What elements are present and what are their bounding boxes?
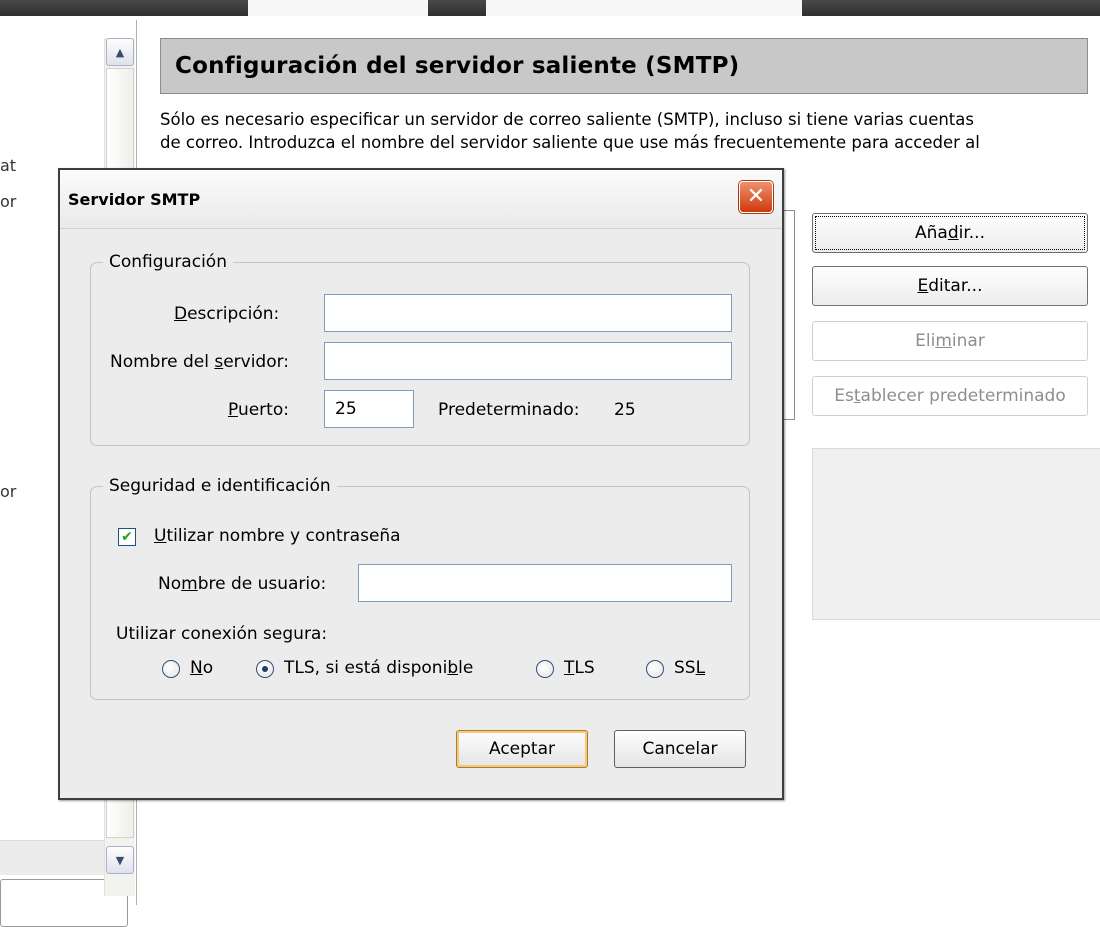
description-line: de correo. Introduzca el nombre del serv…: [160, 133, 980, 152]
security-legend: Seguridad e identificación: [109, 476, 331, 496]
radio-tls-if-available[interactable]: [256, 660, 274, 678]
tree-selection-strip: [0, 840, 104, 875]
config-legend: Configuración: [109, 252, 227, 272]
port-label: Puerto:: [228, 400, 289, 420]
delete-server-button[interactable]: Eli m inar: [812, 321, 1088, 361]
default-port-value: 25: [614, 400, 636, 420]
checkmark-icon: ✔: [121, 529, 133, 545]
dialog-titlebar[interactable]: Servidor SMTP ✕: [60, 170, 782, 229]
radio-ssl-label[interactable]: SSL: [674, 658, 705, 678]
scroll-up-button[interactable]: ▲: [106, 38, 134, 66]
description-line: Sólo es necesario especificar un servido…: [160, 110, 974, 129]
radio-no[interactable]: [162, 660, 180, 678]
scroll-down-button[interactable]: ▼: [106, 846, 134, 874]
description-label: Descripción:: [174, 304, 280, 324]
top-window-bar: [0, 0, 1100, 16]
set-default-server-button[interactable]: Es t ablecer predeterminado: [812, 376, 1088, 416]
radio-tls-label[interactable]: TLS: [564, 658, 595, 678]
add-server-button[interactable]: Aña d ir...: [812, 213, 1088, 253]
panel-title: Configuración del servidor saliente (SMT…: [160, 38, 1088, 94]
dialog-title: Servidor SMTP: [68, 190, 201, 209]
default-port-label: Predeterminado:: [438, 400, 580, 420]
radio-ssl[interactable]: [646, 660, 664, 678]
top-bar-tab: [486, 0, 802, 16]
port-input[interactable]: 25: [324, 390, 414, 428]
chevron-down-icon: ▼: [115, 853, 125, 867]
close-icon: ✕: [746, 184, 766, 209]
radio-tls[interactable]: [536, 660, 554, 678]
use-auth-label[interactable]: Utilizar nombre y contraseña: [154, 526, 401, 546]
use-auth-checkbox[interactable]: ✔: [118, 528, 136, 546]
chevron-up-icon: ▲: [115, 45, 125, 59]
description-input[interactable]: [324, 294, 732, 332]
smtp-server-dialog: Servidor SMTP ✕ Configuración Descripció…: [58, 168, 784, 800]
tree-text-fragment: or: [0, 192, 17, 211]
server-name-input[interactable]: [324, 342, 732, 380]
secure-connection-label: Utilizar conexión segura:: [116, 624, 328, 644]
close-button[interactable]: ✕: [739, 181, 773, 213]
top-bar-tab: [248, 0, 428, 16]
tree-text-fragment: or: [0, 482, 17, 501]
username-label: Nombre de usuario:: [158, 574, 327, 594]
server-name-label: Nombre del servidor:: [110, 352, 290, 372]
radio-selected-dot: [262, 666, 268, 672]
cancel-button[interactable]: Cancelar: [614, 730, 746, 768]
radio-no-label[interactable]: No: [190, 658, 213, 678]
edit-server-button[interactable]: Editar...: [812, 266, 1088, 306]
tree-text-fragment: at: [0, 156, 17, 175]
username-input[interactable]: [358, 564, 732, 602]
panel-description: Sólo es necesario especificar un servido…: [160, 108, 1100, 154]
radio-tls-if-available-label[interactable]: TLS, si está disponible: [284, 658, 473, 678]
accept-button[interactable]: Aceptar: [456, 730, 588, 768]
server-details-area: [812, 448, 1100, 620]
